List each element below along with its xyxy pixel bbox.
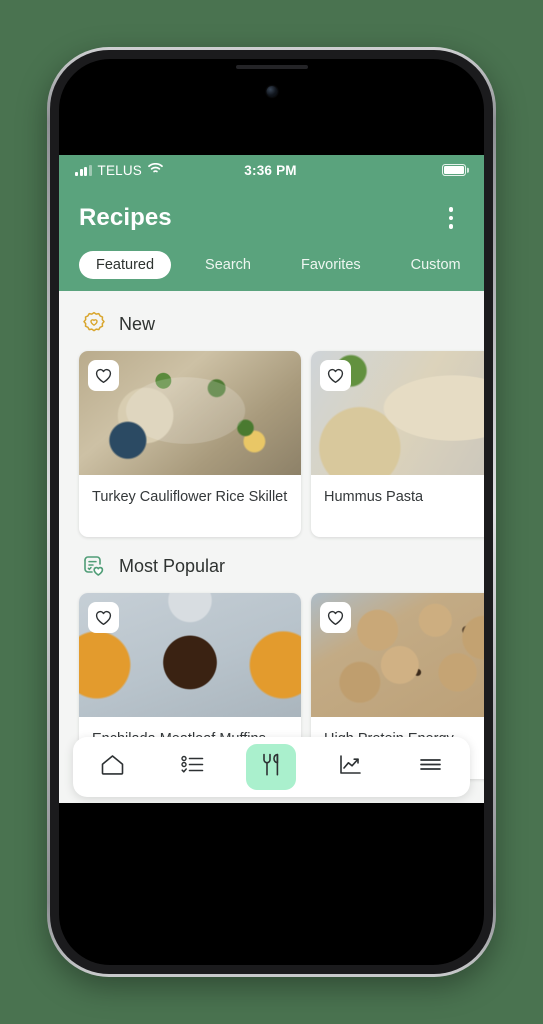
- section-header-new: New: [59, 295, 484, 351]
- nav-progress[interactable]: [326, 744, 376, 790]
- phone-frame: TELUS 3:36 PM Recipes Featured Search Fa…: [47, 47, 496, 977]
- status-bar-left: TELUS: [75, 161, 244, 179]
- phone-screen: TELUS 3:36 PM Recipes Featured Search Fa…: [59, 59, 484, 965]
- signal-bars-icon: [75, 164, 92, 176]
- bottom-navigation-bar: [73, 737, 470, 797]
- popular-list-heart-icon: [81, 553, 107, 579]
- card-row-new: Turkey Cauliflower Rice Skillet Hummus P…: [59, 351, 484, 537]
- carrier-label: TELUS: [97, 162, 143, 178]
- front-camera-icon: [266, 86, 277, 97]
- app-viewport: TELUS 3:36 PM Recipes Featured Search Fa…: [59, 155, 484, 803]
- tab-featured[interactable]: Featured: [79, 251, 172, 279]
- nav-checklist[interactable]: [167, 744, 217, 790]
- recipe-image: [311, 351, 484, 475]
- recipe-image: [79, 351, 301, 475]
- favorite-heart-icon[interactable]: [320, 360, 351, 391]
- tab-search[interactable]: Search: [191, 251, 265, 279]
- status-bar-right: [297, 164, 467, 176]
- checklist-icon: [179, 752, 206, 782]
- tab-custom[interactable]: Custom: [397, 251, 475, 279]
- recipe-image: [79, 593, 301, 717]
- favorite-heart-icon[interactable]: [88, 360, 119, 391]
- home-icon: [99, 752, 126, 782]
- status-bar: TELUS 3:36 PM: [59, 155, 484, 185]
- earpiece-speaker: [235, 65, 308, 69]
- tab-favorites[interactable]: Favorites: [287, 251, 375, 279]
- status-time: 3:36 PM: [244, 162, 297, 178]
- tab-bar: Featured Search Favorites Custom: [79, 241, 466, 291]
- section-header-most-popular: Most Popular: [59, 537, 484, 593]
- hamburger-menu-icon: [417, 752, 444, 782]
- battery-full-icon: [442, 164, 467, 176]
- nav-more[interactable]: [405, 744, 455, 790]
- recipe-card[interactable]: Hummus Pasta: [311, 351, 484, 537]
- kebab-menu-icon[interactable]: [436, 201, 466, 235]
- phone-bezel: TELUS 3:36 PM Recipes Featured Search Fa…: [50, 50, 493, 974]
- favorite-heart-icon[interactable]: [320, 602, 351, 633]
- recipe-image: [311, 593, 484, 717]
- header-top-row: Recipes: [79, 195, 466, 241]
- page-title: Recipes: [79, 204, 172, 231]
- favorite-heart-icon[interactable]: [88, 602, 119, 633]
- fork-knife-icon: [258, 751, 284, 783]
- chart-line-icon: [337, 752, 364, 782]
- nav-recipes[interactable]: [246, 744, 297, 790]
- nav-home[interactable]: [88, 744, 138, 790]
- recipe-feed[interactable]: New Turkey Cauliflower Rice Skillet Humm…: [59, 291, 484, 803]
- section-title-most-popular: Most Popular: [119, 555, 226, 576]
- recipe-title: Hummus Pasta: [324, 489, 424, 505]
- recipe-title: Turkey Cauliflower Rice Skillet: [92, 489, 288, 505]
- new-badge-heart-icon: [81, 311, 107, 337]
- recipe-card[interactable]: Turkey Cauliflower Rice Skillet: [79, 351, 301, 537]
- wifi-icon: [148, 161, 163, 179]
- app-header: Recipes Featured Search Favorites Custom: [59, 185, 484, 291]
- section-title-new: New: [119, 313, 156, 334]
